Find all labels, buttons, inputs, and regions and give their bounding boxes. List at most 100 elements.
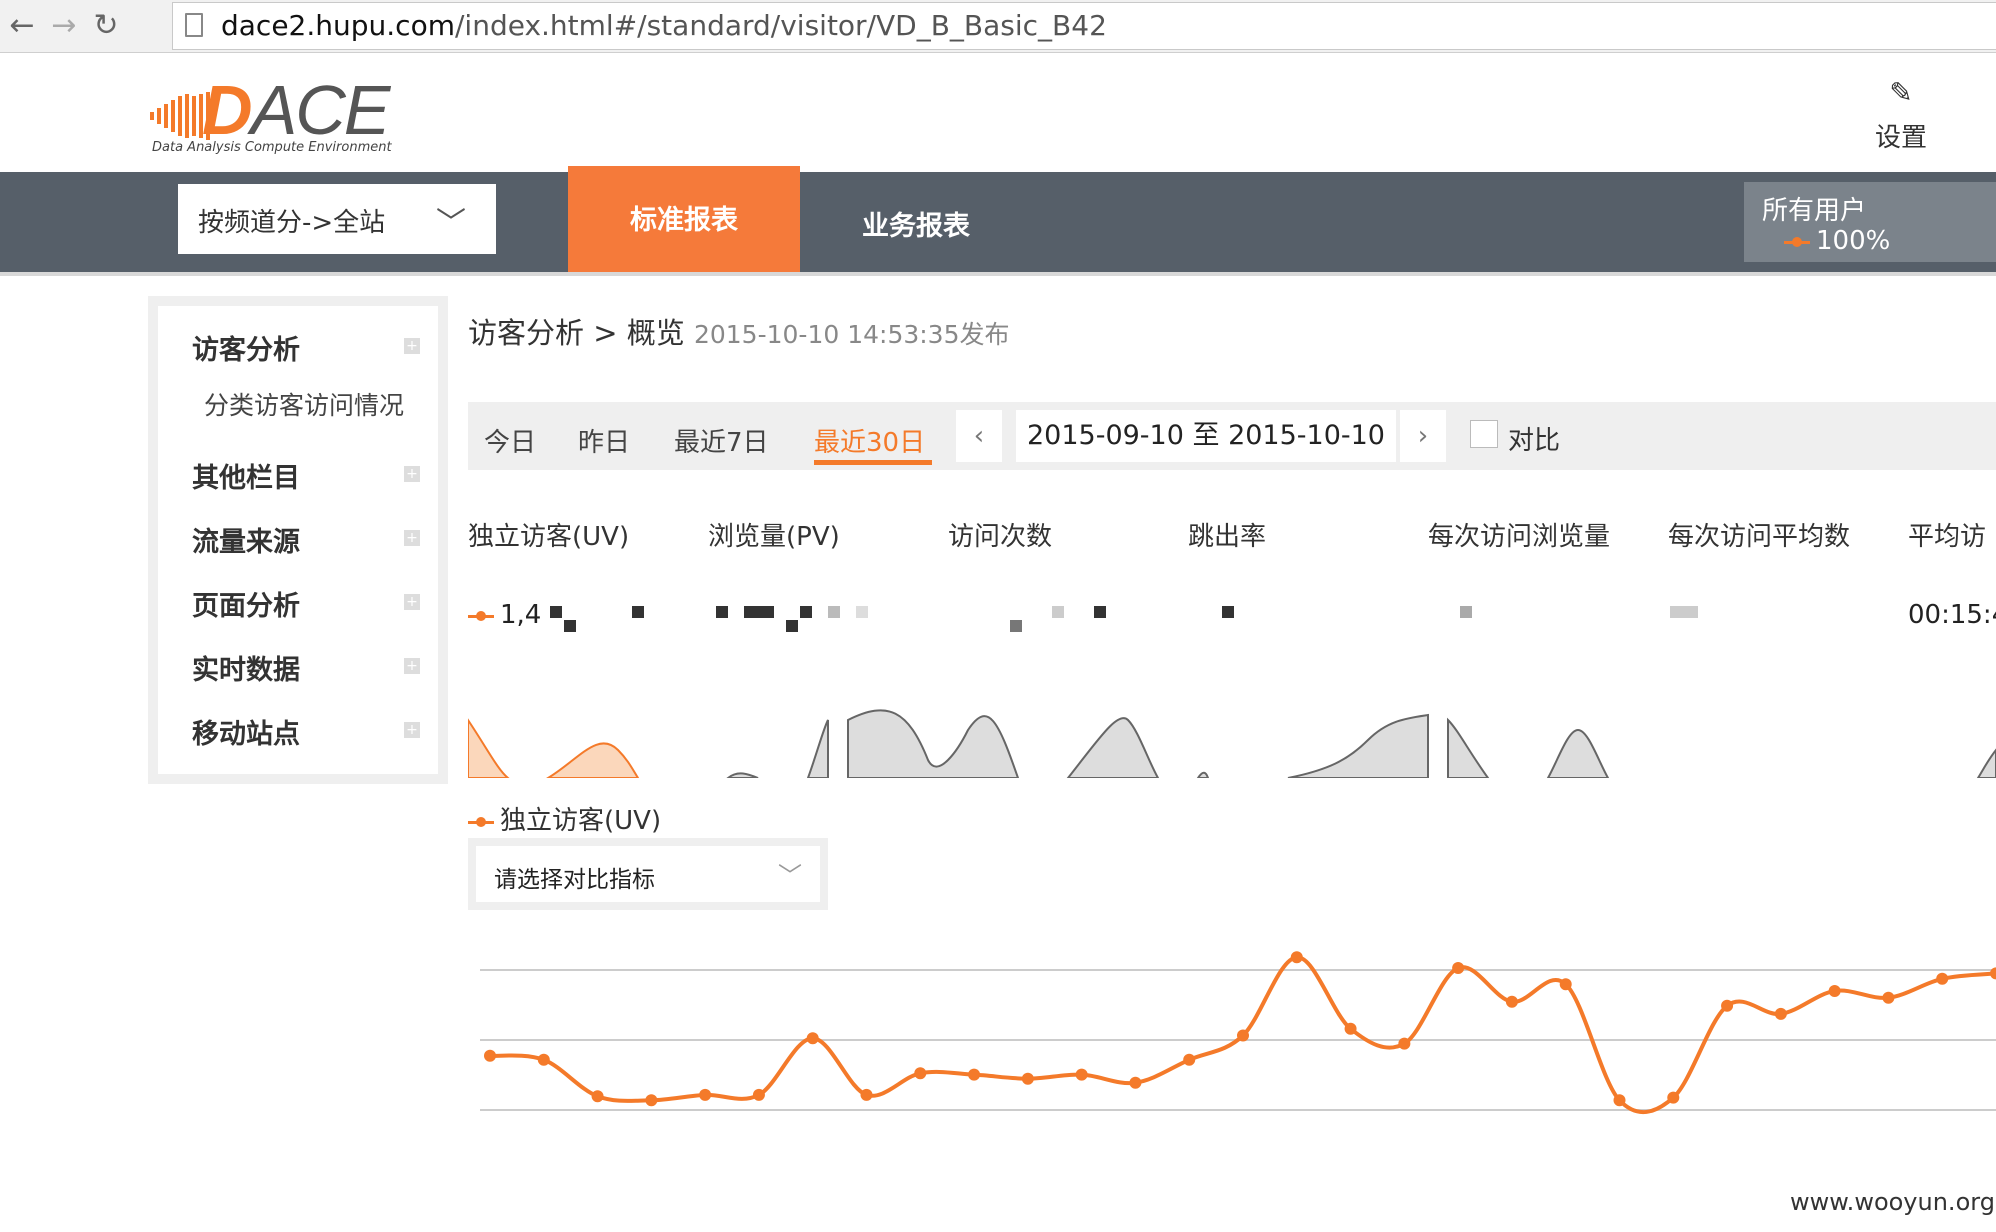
- sidebar: 访客分析 + 分类访客访问情况 其他栏目 + 流量来源 + 页面分析 + 实时数…: [148, 296, 448, 784]
- tab-standard-reports[interactable]: 标准报表: [568, 166, 800, 272]
- uv-data-point: [537, 1053, 550, 1066]
- uv-data-point: [1183, 1053, 1196, 1066]
- expand-icon[interactable]: +: [404, 722, 420, 738]
- series-marker-icon: [468, 609, 494, 623]
- user-segment-label: 所有用户: [1762, 196, 1867, 226]
- forward-icon[interactable]: →: [44, 8, 84, 44]
- sidebar-item-visitor-analysis[interactable]: 访客分析: [192, 328, 300, 367]
- reload-icon[interactable]: ↻: [86, 8, 126, 44]
- channel-value: 按频道分->全站: [198, 208, 386, 238]
- compare-label: 对比: [1508, 426, 1561, 456]
- uv-data-point: [484, 1049, 496, 1062]
- active-quick-underline: [814, 460, 932, 465]
- sparkline-pv-a: [726, 719, 829, 778]
- chevron-down-icon: ﹀: [436, 206, 466, 241]
- metric-header-avg-time[interactable]: 平均访: [1908, 516, 1986, 553]
- dace-logo[interactable]: DACE Data Analysis Compute Environment: [150, 71, 410, 160]
- page-icon: [185, 13, 203, 37]
- quick-last-7-days[interactable]: 最近7日: [674, 422, 769, 459]
- uv-data-point: [1237, 1029, 1249, 1042]
- logo-subtitle: Data Analysis Compute Environment: [152, 140, 392, 155]
- metric-header-avg-per-visit[interactable]: 每次访问平均数: [1668, 516, 1850, 553]
- metric-header-bounce-rate[interactable]: 跳出率: [1188, 516, 1266, 553]
- uv-data-point: [1613, 1094, 1626, 1107]
- uv-data-point: [1075, 1068, 1088, 1081]
- uv-data-point: [1667, 1091, 1680, 1104]
- uv-data-point: [860, 1088, 873, 1101]
- metric-value-uv: 1,4: [468, 600, 541, 630]
- obscured-pixel: [1670, 606, 1698, 618]
- sidebar-item-mobile-site[interactable]: 移动站点: [192, 712, 300, 751]
- uv-data-point: [1398, 1037, 1411, 1050]
- sidebar-item-realtime-data[interactable]: 实时数据: [192, 648, 300, 687]
- obscured-pixel: [1052, 606, 1064, 618]
- settings-label: 设置: [1874, 123, 1927, 153]
- metric-header-visits[interactable]: 访问次数: [948, 516, 1052, 553]
- obscured-pixel: [632, 606, 644, 618]
- next-range-button[interactable]: ›: [1400, 410, 1446, 462]
- compare-metric-select[interactable]: 请选择对比指标 ﹀: [476, 846, 820, 902]
- settings-button[interactable]: ✎ 设置: [1856, 76, 1946, 154]
- obscured-pixel: [744, 606, 774, 618]
- logo-letter-d: D: [202, 71, 253, 149]
- obscured-pixel: [1460, 606, 1472, 618]
- quick-yesterday[interactable]: 昨日: [578, 422, 630, 459]
- breadcrumb-path: 访客分析 > 概览: [468, 316, 685, 350]
- obscured-pixel: [1010, 620, 1022, 632]
- uv-series-points: [484, 951, 1996, 1107]
- uv-data-point: [1828, 984, 1841, 997]
- logo-wordmark: DACE: [202, 70, 391, 150]
- sidebar-item-other-columns[interactable]: 其他栏目: [192, 456, 300, 495]
- sparkline-pages: [1196, 713, 1429, 778]
- sidebar-item-page-analysis[interactable]: 页面分析: [192, 584, 300, 623]
- uv-data-point: [752, 1088, 765, 1101]
- metric-header-uv[interactable]: 独立访客(UV): [468, 516, 629, 553]
- quick-last-30-days[interactable]: 最近30日: [814, 422, 925, 459]
- sparkline-avg: [1447, 717, 1610, 778]
- logo-letters-rest: ACE: [250, 71, 391, 149]
- compare-metric-select-wrap: 请选择对比指标 ﹀: [468, 838, 828, 910]
- compare-checkbox[interactable]: [1470, 420, 1498, 448]
- sparkline-bounce: [1066, 717, 1160, 778]
- date-filter-bar: 今日 昨日 最近7日 最近30日 ‹ 2015-09-10 至 2015-10-…: [468, 402, 1996, 470]
- address-bar[interactable]: dace2.hupu.com/index.html#/standard/visi…: [172, 2, 1996, 50]
- expand-icon[interactable]: +: [404, 338, 420, 354]
- sparkline-time: [1976, 748, 1996, 778]
- chart-legend-uv[interactable]: 独立访客(UV): [468, 800, 661, 837]
- metric-header-pv[interactable]: 浏览量(PV): [708, 516, 840, 553]
- pencil-icon: ✎: [1889, 76, 1913, 109]
- uv-value-text: 1,4: [500, 600, 542, 630]
- expand-icon[interactable]: +: [404, 466, 420, 482]
- expand-icon[interactable]: +: [404, 530, 420, 546]
- uv-data-point: [1882, 991, 1895, 1004]
- obscured-pixel: [550, 606, 562, 618]
- uv-data-point: [1344, 1022, 1357, 1035]
- sidebar-item-traffic-sources[interactable]: 流量来源: [192, 520, 300, 559]
- uv-data-point: [591, 1090, 604, 1103]
- metric-header-pages-per-visit[interactable]: 每次访问浏览量: [1428, 516, 1610, 553]
- uv-data-point: [699, 1088, 712, 1101]
- obscured-pixel: [856, 606, 868, 618]
- browser-toolbar: ← → ↻ dace2.hupu.com/index.html#/standar…: [0, 0, 1996, 53]
- tab-business-reports[interactable]: 业务报表: [800, 172, 1032, 272]
- uv-data-point: [1559, 978, 1572, 991]
- back-icon[interactable]: ←: [2, 8, 42, 44]
- obscured-pixel: [1094, 606, 1106, 618]
- quick-today[interactable]: 今日: [484, 422, 536, 459]
- url-text: dace2.hupu.com/index.html#/standard/visi…: [221, 9, 1107, 42]
- user-segment-percent: 100%: [1784, 226, 1890, 256]
- channel-select[interactable]: 按频道分->全站 ﹀: [178, 184, 496, 254]
- chevron-down-icon: ﹀: [778, 862, 802, 890]
- breadcrumb: 访客分析 > 概览 2015-10-10 14:53:35发布: [468, 310, 1009, 352]
- user-segment-selector[interactable]: 所有用户 100%: [1744, 182, 1996, 262]
- uv-data-point: [1129, 1076, 1142, 1089]
- uv-data-point: [1936, 972, 1949, 985]
- expand-icon[interactable]: +: [404, 594, 420, 610]
- date-range-input[interactable]: 2015-09-10 至 2015-10-10: [1016, 410, 1396, 462]
- user-segment-percent-value: 100%: [1816, 226, 1891, 256]
- uv-data-point: [1774, 1007, 1787, 1020]
- expand-icon[interactable]: +: [404, 658, 420, 674]
- sidebar-subitem-visitor-classification[interactable]: 分类访客访问情况: [204, 386, 404, 422]
- metric-value-avg-time: 00:15:4: [1908, 600, 1996, 630]
- prev-range-button[interactable]: ‹: [956, 410, 1002, 462]
